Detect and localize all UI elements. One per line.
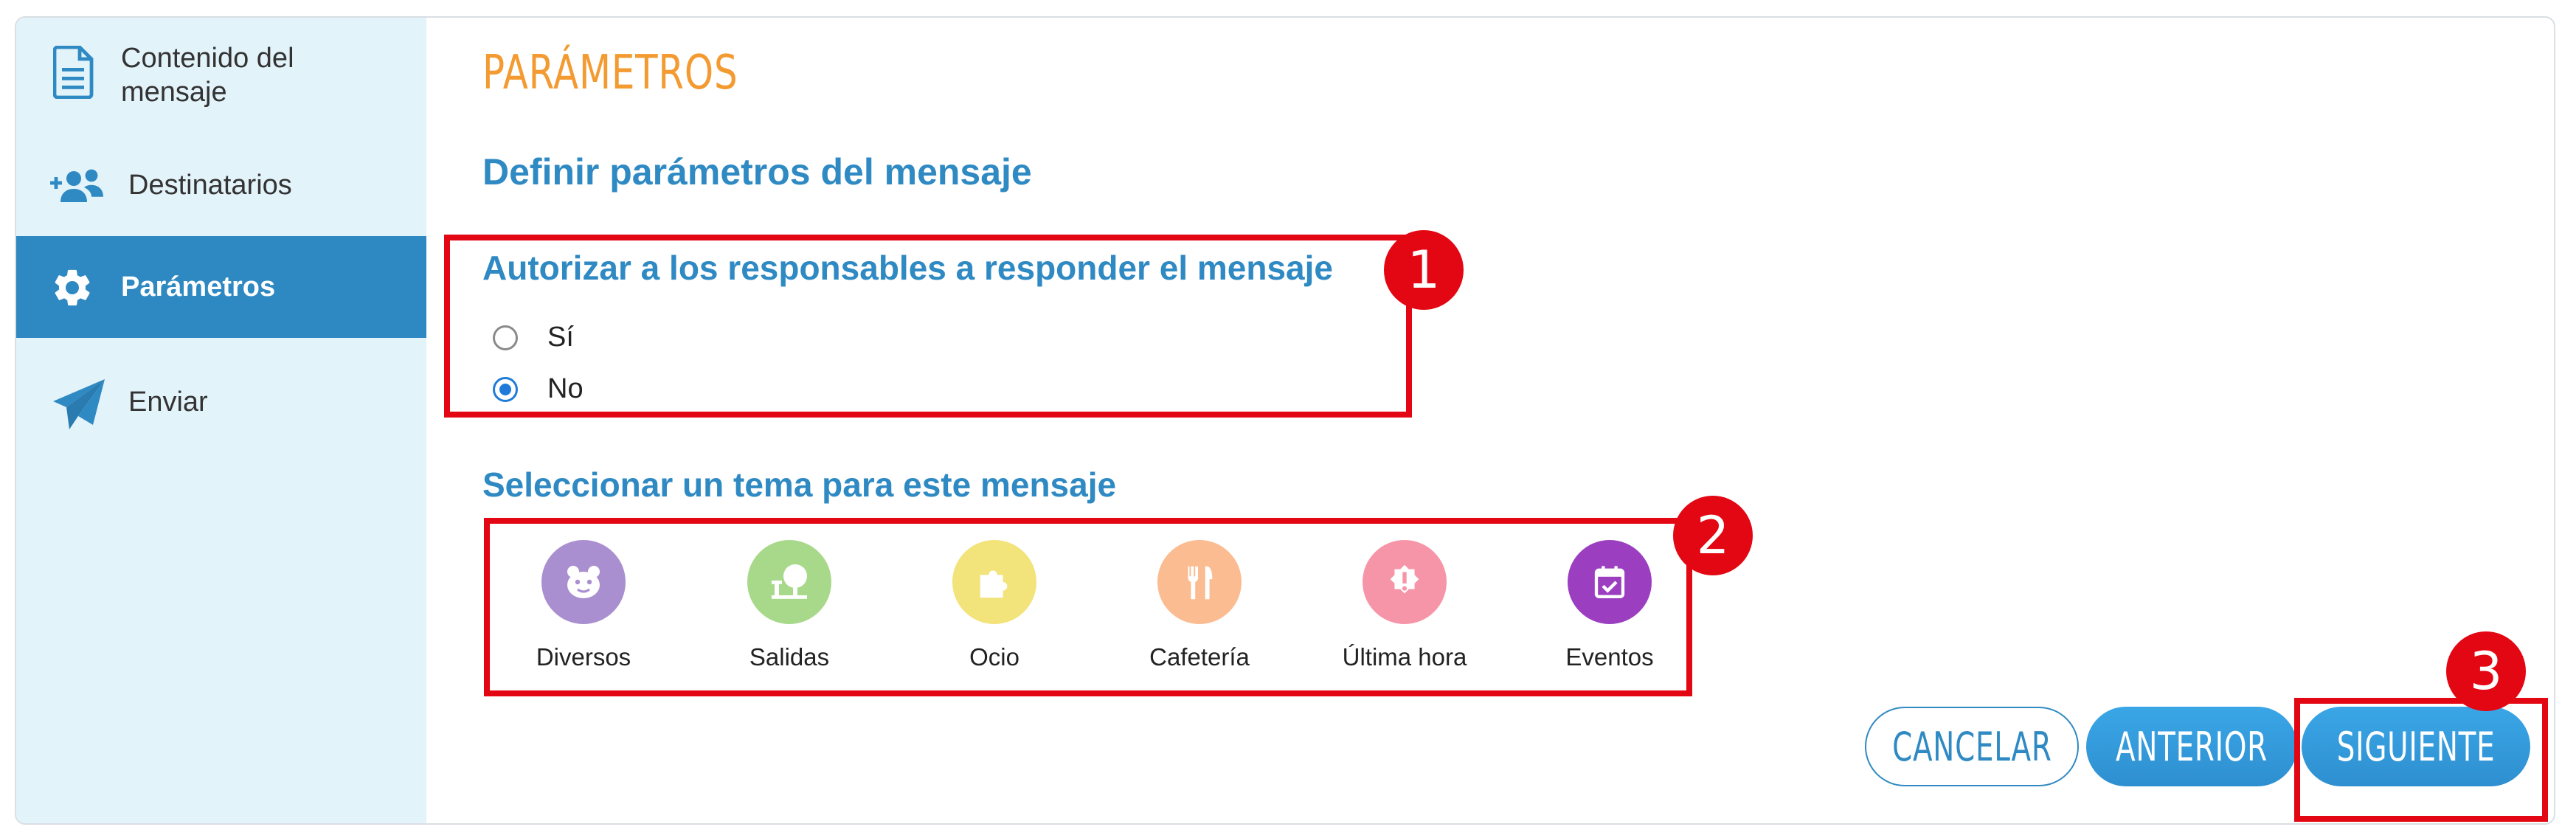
annotation-box-1 bbox=[444, 235, 1412, 418]
document-icon bbox=[50, 46, 97, 99]
annotation-marker-1: 1 bbox=[1384, 230, 1464, 310]
page-title: PARÁMETROS bbox=[482, 46, 738, 100]
message-wizard-card: Contenido del mensaje Destinatarios Pará… bbox=[15, 16, 2555, 825]
sidebar-item-label: Enviar bbox=[128, 387, 208, 418]
cancel-button[interactable]: CANCELAR bbox=[1865, 707, 2079, 786]
add-users-icon bbox=[49, 165, 108, 207]
theme-heading: Seleccionar un tema para este mensaje bbox=[482, 465, 1117, 504]
sidebar-item-label: Contenido del mensaje bbox=[121, 43, 294, 108]
annotation-box-2 bbox=[484, 518, 1692, 696]
annotation-box-3 bbox=[2294, 698, 2548, 822]
gear-icon bbox=[49, 264, 96, 311]
sidebar-item-label: Destinatarios bbox=[128, 170, 292, 201]
annotation-marker-3: 3 bbox=[2446, 631, 2526, 711]
sidebar-item-enviar[interactable]: Enviar bbox=[16, 364, 426, 438]
parameters-panel: PARÁMETROS Definir parámetros del mensaj… bbox=[426, 18, 2554, 823]
sidebar-item-parametros[interactable]: Parámetros bbox=[16, 236, 426, 338]
previous-button[interactable]: ANTERIOR bbox=[2086, 707, 2297, 786]
annotation-marker-2: 2 bbox=[1673, 496, 1753, 575]
section-subtitle: Definir parámetros del mensaje bbox=[482, 151, 1032, 193]
wizard-steps-sidebar: Contenido del mensaje Destinatarios Pará… bbox=[16, 18, 426, 823]
sidebar-item-contenido[interactable]: Contenido del mensaje bbox=[16, 32, 426, 108]
sidebar-item-destinatarios[interactable]: Destinatarios bbox=[16, 150, 426, 221]
paper-plane-icon bbox=[50, 378, 109, 431]
sidebar-item-label: Parámetros bbox=[121, 271, 276, 302]
